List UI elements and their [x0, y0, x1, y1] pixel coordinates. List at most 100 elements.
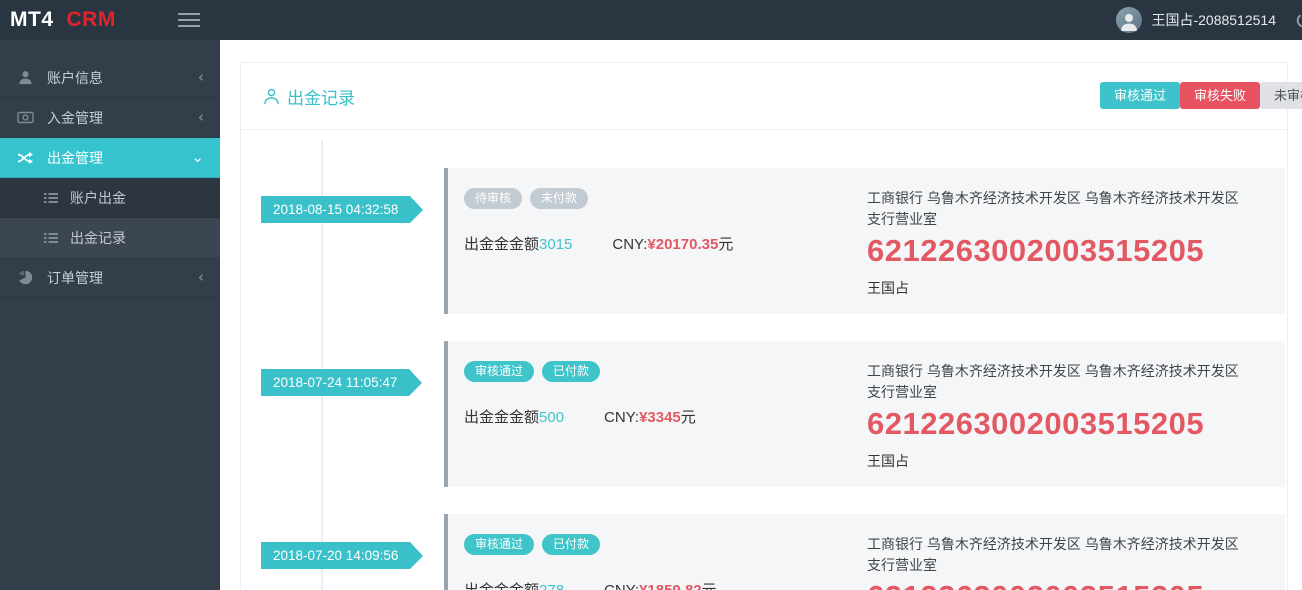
- list-icon: [44, 191, 60, 205]
- list-icon: [44, 231, 60, 245]
- filter-rejected-button[interactable]: 审核失败: [1180, 82, 1261, 109]
- record-right-column: 工商银行 乌鲁木齐经济技术开发区 乌鲁木齐经济技术开发区 支行营业室 62122…: [867, 188, 1265, 298]
- record-right-column: 工商银行 乌鲁木齐经济技术开发区 乌鲁木齐经济技术开发区 支行营业室 62122…: [867, 534, 1265, 590]
- status-badge: 未付款: [530, 188, 589, 209]
- topbar: MT4 CRM 王国占-2088512514: [0, 0, 1302, 40]
- record-card: 待审核 未付款 出金金金额3015 CNY:¥20170.35元 工商银行 乌鲁木…: [444, 168, 1285, 314]
- chevron-down-icon: ⌄: [191, 148, 204, 166]
- bank-line1: 工商银行 乌鲁木齐经济技术开发区 乌鲁木齐经济技术开发区: [867, 363, 1239, 379]
- page: MT4 CRM 王国占-2088512514 账户信息 ‹ 入金管理 ‹ 出金管…: [0, 0, 1302, 590]
- chevron-left-icon: ‹: [198, 268, 204, 286]
- logo-mt4: MT4: [10, 8, 54, 31]
- amount-value: 500: [539, 409, 565, 426]
- withdrawal-submenu: 账户出金 出金记录: [0, 178, 220, 258]
- sidebar-subitem-label: 账户出金: [70, 189, 126, 206]
- banknote-icon: [16, 110, 34, 126]
- currency-label: CNY:: [604, 582, 639, 590]
- status-badges: 审核通过 已付款: [464, 361, 867, 382]
- bank-card-number: 6212263002003515205: [867, 406, 1205, 441]
- sidebar-item-deposit-management[interactable]: 入金管理 ‹: [0, 98, 220, 138]
- person-outline-icon: [264, 88, 279, 104]
- record-left-column: 审核通过 已付款 出金金金额500 CNY:¥3345元: [464, 361, 867, 471]
- page-title: 出金记录: [263, 84, 355, 109]
- sidebar-item-label: 入金管理: [47, 109, 103, 126]
- payee-name: 王国占: [867, 453, 909, 469]
- record-date-badge: 2018-07-24 11:05:47: [261, 369, 423, 396]
- pie-chart-icon: [16, 270, 34, 286]
- currency-label: CNY:: [604, 409, 640, 426]
- amount-value: 278: [539, 582, 564, 590]
- status-badge: 审核通过: [464, 361, 535, 382]
- chevron-left-icon: ‹: [198, 108, 204, 126]
- record-entry: 2018-08-15 04:32:58 待审核 未付款 出金金金额3015 CNY…: [241, 168, 1287, 314]
- currency-value: ¥20170.35: [647, 236, 719, 253]
- username: 王国占-2088512514: [1151, 12, 1276, 28]
- status-badge: 待审核: [464, 188, 523, 209]
- sidebar-subitem-label: 出金记录: [70, 229, 126, 246]
- user-icon: [16, 70, 34, 86]
- record-left-column: 审核通过 已付款 出金金金额278 CNY:¥1859.82元: [464, 534, 867, 590]
- filter-approved-button[interactable]: 审核通过: [1100, 82, 1181, 109]
- logo-crm: CRM: [66, 8, 116, 31]
- currency-unit: 元: [680, 409, 696, 426]
- record-entry: 2018-07-20 14:09:56 审核通过 已付款 出金金金额278 CNY…: [241, 514, 1287, 590]
- amount-line: 出金金金额500 CNY:¥3345元: [464, 406, 867, 427]
- amount-label: 出金金金额: [464, 582, 539, 590]
- bank-line2: 支行营业室: [867, 557, 937, 573]
- status-badges: 审核通过 已付款: [464, 534, 867, 555]
- record-date-badge: 2018-07-20 14:09:56: [261, 542, 424, 569]
- record-entry: 2018-07-24 11:05:47 审核通过 已付款 出金金金额500 CNY…: [241, 341, 1287, 487]
- bank-line1: 工商银行 乌鲁木齐经济技术开发区 乌鲁木齐经济技术开发区: [867, 190, 1239, 206]
- sidebar-item-order-management[interactable]: 订单管理 ‹: [0, 258, 220, 298]
- bank-line1: 工商银行 乌鲁木齐经济技术开发区 乌鲁木齐经济技术开发区: [867, 536, 1239, 552]
- bank-card-number: 6212263002003515205: [867, 233, 1205, 268]
- panel-header: 出金记录 审核通过 审核失败 未审核: [241, 63, 1302, 130]
- amount-label: 出金金金额: [464, 409, 540, 426]
- shuffle-icon: [16, 150, 34, 166]
- record-right-column: 工商银行 乌鲁木齐经济技术开发区 乌鲁木齐经济技术开发区 支行营业室 62122…: [867, 361, 1265, 471]
- filter-button-group: 审核通过 审核失败 未审核: [1100, 82, 1302, 109]
- status-badge: 已付款: [542, 534, 601, 555]
- sidebar-subitem-withdrawal-records[interactable]: 出金记录: [0, 218, 220, 258]
- main-content: 出金记录 审核通过 审核失败 未审核 2018-08-15 04:32:58: [220, 40, 1302, 590]
- filter-unreviewed-button[interactable]: 未审核: [1260, 82, 1302, 109]
- record-list: 2018-08-15 04:32:58 待审核 未付款 出金金金额3015 CNY…: [241, 168, 1287, 590]
- chevron-left-icon: ‹: [198, 68, 204, 86]
- bank-name: 工商银行 乌鲁木齐经济技术开发区 乌鲁木齐经济技术开发区 支行营业室: [867, 361, 1265, 403]
- bank-name: 工商银行 乌鲁木齐经济技术开发区 乌鲁木齐经济技术开发区 支行营业室: [867, 534, 1265, 576]
- amount-label: 出金金金额: [464, 236, 540, 253]
- sidebar-item-label: 出金管理: [47, 149, 103, 166]
- bank-line2: 支行营业室: [867, 384, 937, 400]
- amount-line: 出金金金额278 CNY:¥1859.82元: [464, 579, 867, 590]
- logout-power-icon[interactable]: [1295, 11, 1302, 29]
- payee-name: 王国占: [867, 280, 909, 296]
- user-menu[interactable]: 王国占-2088512514: [1116, 0, 1302, 40]
- sidebar-item-label: 账户信息: [47, 69, 103, 86]
- status-badges: 待审核 未付款: [464, 188, 867, 209]
- status-badge: 已付款: [542, 361, 601, 382]
- record-card: 审核通过 已付款 出金金金额278 CNY:¥1859.82元 工商银行 乌鲁木齐…: [444, 514, 1285, 590]
- bank-card-number: 6212263002003515205: [867, 579, 1265, 590]
- avatar: [1116, 7, 1143, 33]
- status-badge: 审核通过: [464, 534, 535, 555]
- sidebar: 账户信息 ‹ 入金管理 ‹ 出金管理 ⌄ 账户出金 出金记录 订单管理 ‹: [0, 40, 220, 590]
- currency-value: ¥3345: [639, 409, 681, 426]
- hamburger-menu-icon[interactable]: [178, 9, 202, 31]
- app-logo: MT4 CRM: [10, 0, 116, 40]
- page-title-text: 出金记录: [287, 88, 355, 108]
- sidebar-item-label: 订单管理: [47, 269, 103, 286]
- sidebar-item-withdrawal-management[interactable]: 出金管理 ⌄: [0, 138, 220, 178]
- bank-name: 工商银行 乌鲁木齐经济技术开发区 乌鲁木齐经济技术开发区 支行营业室: [867, 188, 1265, 230]
- currency-unit: 元: [718, 236, 734, 253]
- amount-line: 出金金金额3015 CNY:¥20170.35元: [464, 233, 867, 254]
- currency-value: ¥1859.82: [639, 582, 702, 590]
- record-left-column: 待审核 未付款 出金金金额3015 CNY:¥20170.35元: [464, 188, 867, 298]
- sidebar-item-account-info[interactable]: 账户信息 ‹: [0, 58, 220, 98]
- sidebar-subitem-account-withdrawal[interactable]: 账户出金: [0, 178, 220, 218]
- record-card: 审核通过 已付款 出金金金额500 CNY:¥3345元 工商银行 乌鲁木齐经济技…: [444, 341, 1285, 487]
- avatar-person-icon: [1121, 14, 1138, 31]
- currency-unit: 元: [702, 582, 717, 590]
- amount-value: 3015: [539, 236, 573, 253]
- record-date-badge: 2018-08-15 04:32:58: [261, 196, 424, 223]
- withdrawal-records-panel: 出金记录 审核通过 审核失败 未审核 2018-08-15 04:32:58: [240, 62, 1302, 590]
